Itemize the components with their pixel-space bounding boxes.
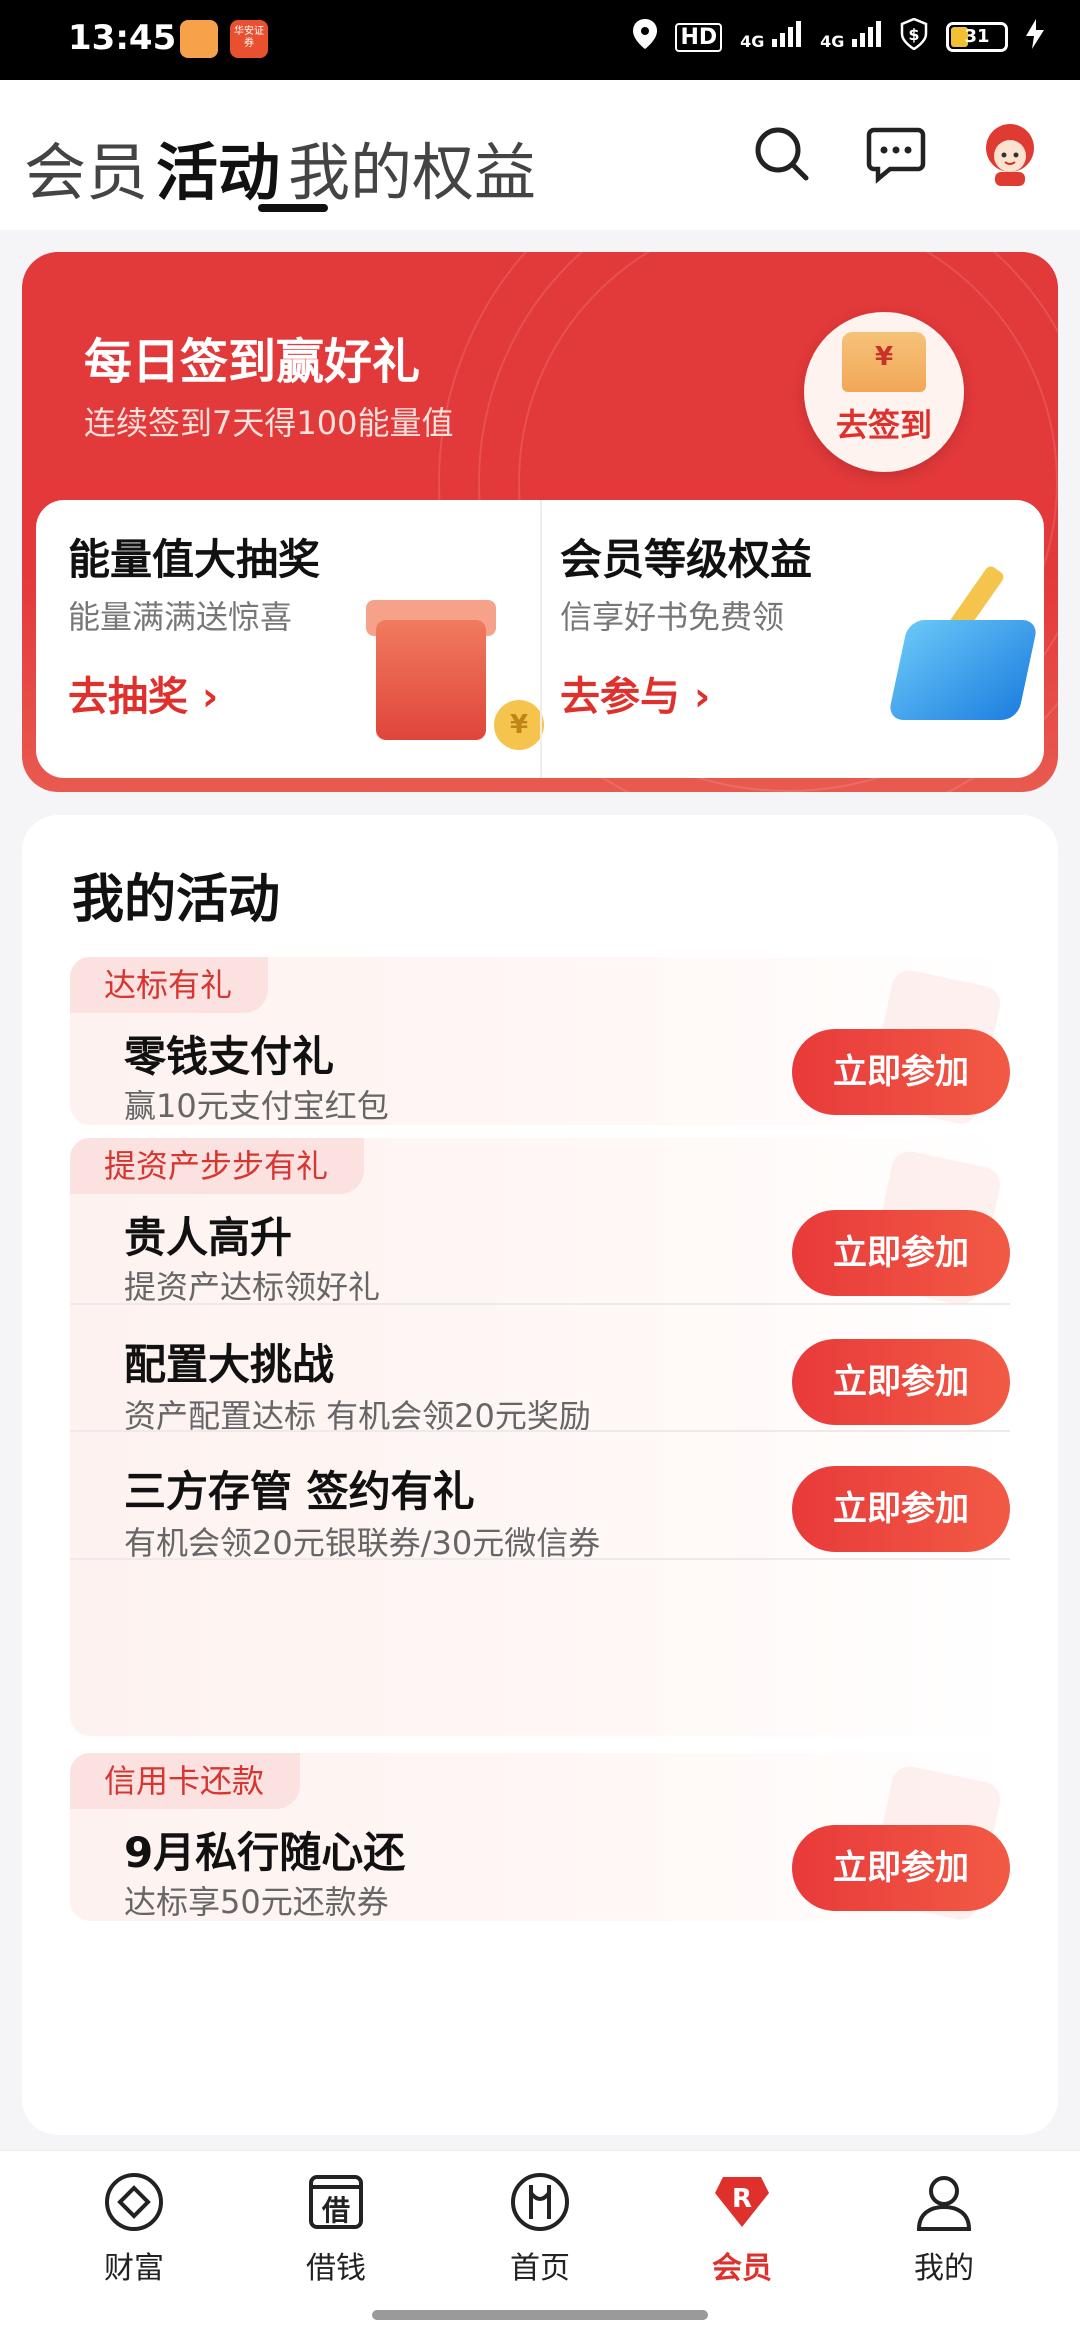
location-icon: [633, 19, 658, 55]
activity-title: 三方存管 签约有礼: [124, 1467, 475, 1516]
activity-subtitle: 提资产达标领好礼: [124, 1268, 381, 1306]
tab-member[interactable]: 会员: [24, 122, 148, 212]
signal-4g-icon: 4G: [740, 21, 802, 53]
join-button[interactable]: 立即参加: [792, 1339, 1010, 1425]
hd-icon: HD: [675, 22, 723, 52]
lottery-subtitle: 能量满满送惊喜: [68, 598, 293, 636]
tab-activities[interactable]: 活动: [156, 122, 280, 212]
book-icon: [887, 620, 1039, 720]
join-button[interactable]: 立即参加: [792, 1029, 1010, 1115]
section-title: 我的活动: [72, 870, 281, 930]
list-item: 三方存管 签约有礼 有机会领20元银联券/30元微信券 立即参加: [70, 1432, 1010, 1622]
svg-text:R: R: [732, 2184, 752, 2214]
nav-home[interactable]: 首页: [480, 2171, 600, 2287]
activity-subtitle: 赢10元支付宝红包: [124, 1087, 389, 1125]
app-notification-badge: 华安证券: [230, 20, 268, 58]
activity-title: 贵人高升: [124, 1213, 293, 1262]
activity-group: 信用卡还款 9月私行随心还 达标享50元还款券 立即参加: [70, 1753, 1010, 1923]
join-button[interactable]: 立即参加: [792, 1210, 1010, 1296]
borrow-icon: 借: [305, 2171, 367, 2233]
join-button[interactable]: 立即参加: [792, 1466, 1010, 1552]
membership-link[interactable]: 去参与 ›: [560, 664, 710, 722]
app-notification-icon: [180, 20, 218, 58]
nav-label: 财富: [104, 2251, 164, 2286]
gift-box-body: [376, 620, 486, 740]
nav-label: 会员: [712, 2251, 772, 2286]
signin-subtitle: 连续签到7天得100能量值: [84, 404, 454, 442]
lottery-link[interactable]: 去抽奖 ›: [68, 664, 218, 722]
battery-icon: 31: [946, 22, 1008, 52]
membership-subtitle: 信享好书免费领: [560, 598, 785, 636]
signin-label: 去签到: [835, 406, 932, 444]
activity-group: 提资产步步有礼 贵人高升 提资产达标领好礼 立即参加 配置大挑战 资产配置达标 …: [70, 1138, 1010, 1736]
membership-title: 会员等级权益: [560, 535, 813, 584]
home-indicator[interactable]: [372, 2310, 708, 2320]
activity-title: 配置大挑战: [124, 1340, 335, 1389]
borrow-glyph: 借: [321, 2194, 350, 2227]
nav-label: 我的: [914, 2251, 974, 2286]
signin-title: 每日签到赢好礼: [84, 334, 421, 390]
my-activities-section: 我的活动 达标有礼 零钱支付礼 赢10元支付宝红包 立即参加 提资产步步有礼 贵…: [22, 815, 1058, 2135]
list-item: 贵人高升 提资产达标领好礼 立即参加: [70, 1138, 1010, 1306]
tab-my-benefits[interactable]: 我的权益: [288, 122, 536, 212]
lottery-card[interactable]: 能量值大抽奖 能量满满送惊喜 去抽奖 › ¥: [36, 500, 544, 778]
activity-group: 达标有礼 零钱支付礼 赢10元支付宝红包 立即参加: [70, 957, 1010, 1127]
network-label-1: 4G: [740, 32, 765, 51]
charging-icon: [1026, 19, 1044, 55]
signal-4g-icon-2: 4G: [820, 21, 882, 53]
coin-icon: ¥: [494, 700, 544, 750]
activity-title: 9月私行随心还: [124, 1828, 406, 1877]
shield-dollar-icon: $: [900, 17, 928, 56]
home-icon: [509, 2171, 571, 2233]
message-icon[interactable]: [866, 124, 926, 184]
lottery-title: 能量值大抽奖: [68, 535, 321, 584]
nav-borrow[interactable]: 借 借钱: [276, 2171, 396, 2287]
status-time: 13:45: [68, 18, 177, 58]
red-envelope-icon: ¥: [842, 332, 926, 392]
nav-wealth[interactable]: 财富: [74, 2171, 194, 2287]
promo-panel: 能量值大抽奖 能量满满送惊喜 去抽奖 › ¥ 会员等级权益 信享好书免费领 去参…: [36, 500, 1044, 778]
status-bar: 13:45 华安证券 HD 4G 4G $ 31: [0, 0, 1080, 80]
wealth-icon: [103, 2171, 165, 2233]
top-header: 会员 活动 我的权益: [0, 80, 1080, 230]
signin-button[interactable]: ¥ 去签到: [804, 312, 964, 472]
list-item: 9月私行随心还 达标享50元还款券 立即参加: [70, 1753, 1010, 1921]
network-label-2: 4G: [820, 32, 845, 51]
user-icon: [913, 2171, 975, 2233]
list-item: 零钱支付礼 赢10元支付宝红包 立即参加: [70, 957, 1010, 1125]
nav-label: 首页: [510, 2251, 570, 2286]
divider: [70, 1558, 1010, 1560]
join-button[interactable]: 立即参加: [792, 1825, 1010, 1911]
nav-mine[interactable]: 我的: [884, 2171, 1004, 2287]
svg-text:$: $: [908, 25, 919, 44]
member-r-icon: R: [711, 2171, 773, 2233]
battery-level: 31: [964, 26, 990, 47]
nav-label: 借钱: [306, 2251, 366, 2286]
search-icon[interactable]: [752, 124, 812, 184]
avatar[interactable]: [975, 118, 1045, 188]
daily-signin-card: 每日签到赢好礼 连续签到7天得100能量值 ¥ 去签到 能量值大抽奖 能量满满送…: [22, 252, 1058, 792]
nav-member[interactable]: R 会员: [682, 2171, 802, 2287]
activity-title: 零钱支付礼: [124, 1032, 335, 1081]
activity-subtitle: 达标享50元还款券: [124, 1883, 389, 1921]
